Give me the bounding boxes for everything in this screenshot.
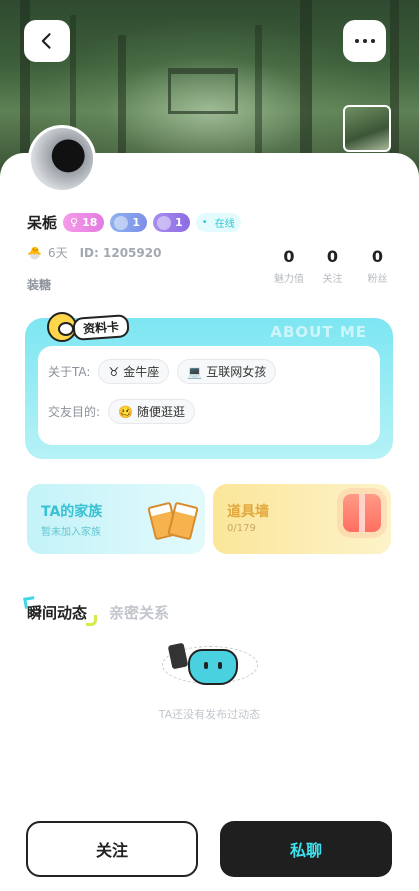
tab-relationships[interactable]: 亲密关系 [109,602,169,623]
empty-state-text: TA还没有发布过动态 [158,708,261,721]
follow-button[interactable]: 关注 [26,821,198,877]
back-button[interactable] [24,20,70,62]
online-status-badge: • 在线 [195,213,241,232]
zodiac-chip: ♉ 金牛座 [98,359,170,384]
beer-cheers-icon [149,496,197,540]
private-chat-button[interactable]: 私聊 [220,821,392,877]
taurus-icon: ♉ [108,364,120,379]
laptop-icon: 💻 [187,364,203,379]
about-watermark: ABOUT ME [270,323,367,341]
purpose-row: 交友目的: 🥴 随便逛逛 [48,399,196,424]
woozy-face-icon: 🥴 [118,404,133,419]
chick-icon: 🐣 [27,245,42,260]
level-badge-charm[interactable]: 1 [153,213,190,232]
more-button[interactable] [343,20,386,62]
gift-box-icon [343,494,381,532]
female-icon: ♀ [70,216,79,229]
gem-icon [157,215,172,230]
identity-chip: 💻 互联网女孩 [177,359,277,384]
user-id[interactable]: ID: 1205920 [80,246,162,260]
level-badge-wealth[interactable]: 1 [110,213,148,232]
profile-card-badge: 资料卡 [47,312,130,342]
family-card[interactable]: TA的家族 暂未加入家族 [27,484,205,554]
name-row: 呆栀 ♀ 18 1 1 • 在线 [27,212,241,233]
content-tabs: 瞬间动态 亲密关系 [27,602,169,626]
planet-icon [114,215,129,230]
empty-state-illustration [162,640,258,690]
user-signature: 装糖 [27,278,52,292]
purpose-chip: 🥴 随便逛逛 [108,399,196,424]
stat-following[interactable]: 0 关注 [310,247,355,285]
id-row: 🐣 6天 ID: 1205920 [27,244,161,261]
cover-thumbnail[interactable] [343,105,391,152]
stats-row: 0 魅力值 0 关注 0 粉丝 [268,247,400,285]
tab-moments[interactable]: 瞬间动态 [27,602,98,626]
user-name: 呆栀 [27,214,58,232]
chevron-left-icon [41,33,51,49]
about-ta-row: 关于TA: ♉ 金牛座 💻 互联网女孩 [48,359,277,384]
prop-wall-card[interactable]: 道具墙 0/179 [213,484,391,554]
avatar[interactable] [28,125,96,193]
account-age: 6天 [47,246,68,260]
gender-age-badge: ♀ 18 [63,213,105,232]
about-me-card: ABOUT ME 资料卡 关于TA: ♉ 金牛座 💻 互联网女孩 交友目的: 🥴 随便… [25,312,393,459]
stat-charm[interactable]: 0 魅力值 [268,247,310,285]
stat-fans[interactable]: 0 粉丝 [355,247,400,285]
about-details: 关于TA: ♉ 金牛座 💻 互联网女孩 交友目的: 🥴 随便逛逛 [38,346,380,445]
more-dots-icon [354,39,375,43]
mascot-face-icon [188,649,238,685]
